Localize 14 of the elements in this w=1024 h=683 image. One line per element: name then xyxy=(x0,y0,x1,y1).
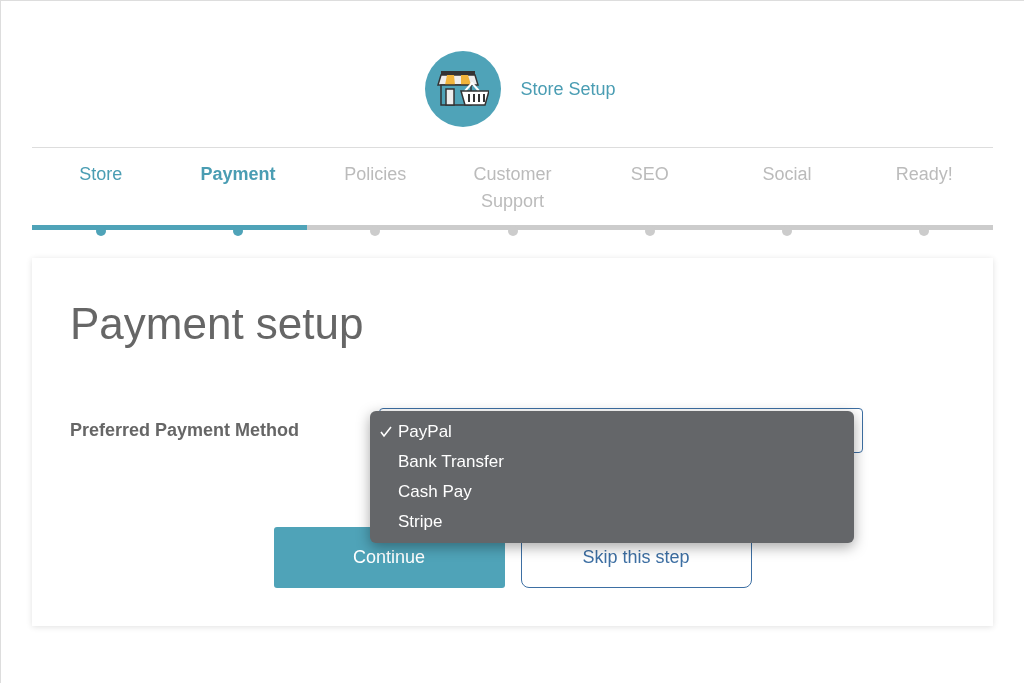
app-title: Store Setup xyxy=(520,77,617,101)
field-label: Preferred Payment Method xyxy=(70,419,301,442)
store-icon xyxy=(436,69,489,109)
step-tab[interactable]: Store xyxy=(50,161,151,188)
step-tab[interactable]: Policies xyxy=(325,161,426,188)
step-tab[interactable]: Customer Support xyxy=(462,161,563,215)
dropdown-option[interactable]: Cash Pay xyxy=(398,479,472,505)
card-heading: Payment setup xyxy=(70,298,365,350)
dropdown-option[interactable]: PayPal xyxy=(398,419,452,445)
step-tab[interactable]: Payment xyxy=(187,161,288,188)
dropdown-option[interactable]: Bank Transfer xyxy=(398,449,504,475)
step-tab[interactable]: Ready! xyxy=(874,161,975,188)
step-tab[interactable]: Social xyxy=(737,161,838,188)
step-tab[interactable]: SEO xyxy=(599,161,700,188)
